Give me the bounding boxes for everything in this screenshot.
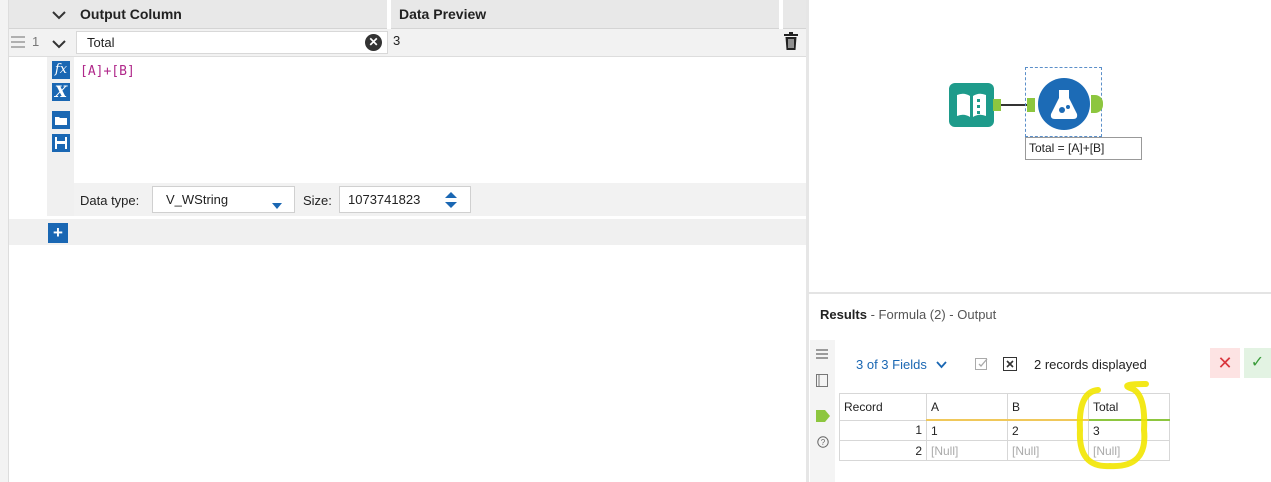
help-icon[interactable]: ? xyxy=(817,436,829,451)
collapse-all-chevron-icon[interactable] xyxy=(52,8,66,23)
records-displayed: 2 records displayed xyxy=(1034,357,1147,372)
data-preview-header: Data Preview xyxy=(399,6,487,22)
apply-button[interactable]: ✓ xyxy=(1244,348,1271,378)
connection-line xyxy=(1001,104,1028,106)
metadata-icon[interactable] xyxy=(816,374,828,390)
output-column-input[interactable]: Total xyxy=(76,31,388,54)
add-formula-button[interactable]: + xyxy=(48,223,68,243)
col-header-record[interactable]: Record xyxy=(839,393,927,421)
list-view-icon[interactable] xyxy=(816,348,828,363)
size-label: Size: xyxy=(303,193,332,208)
add-row-bar xyxy=(9,219,808,245)
data-type-value: V_WString xyxy=(166,192,229,207)
flask-icon xyxy=(1050,90,1078,119)
left-edge-strip xyxy=(0,0,9,482)
cell-record[interactable]: 1 xyxy=(839,419,927,441)
tool-annotation: Total = [A]+[B] xyxy=(1025,137,1142,160)
expression-editor[interactable]: [A]+[B] xyxy=(80,64,135,79)
formula-tool[interactable] xyxy=(1038,78,1090,130)
output-anchor-selected-icon[interactable] xyxy=(816,410,830,425)
data-type-label: Data type: xyxy=(80,193,140,208)
output-anchor[interactable] xyxy=(993,99,1001,111)
fields-selector[interactable]: 3 of 3 Fields xyxy=(856,357,948,372)
cell-record[interactable]: 2 xyxy=(839,440,927,461)
clear-icon[interactable]: ✕ xyxy=(365,34,382,51)
column-divider xyxy=(387,0,391,29)
edit-cell-icon[interactable] xyxy=(975,357,989,374)
open-folder-icon[interactable] xyxy=(52,111,70,129)
results-title: Results - Formula (2) - Output xyxy=(820,307,997,322)
dropdown-arrow-icon xyxy=(272,197,282,212)
delete-trash-icon[interactable] xyxy=(783,32,799,54)
data-type-dropdown[interactable]: V_WString xyxy=(152,186,295,213)
close-button[interactable]: ✕ xyxy=(1210,348,1240,378)
results-divider[interactable] xyxy=(808,292,1271,294)
column-divider xyxy=(779,0,783,29)
svg-text:?: ? xyxy=(821,438,826,447)
row-collapse-chevron-icon[interactable] xyxy=(52,37,66,52)
data-preview-value: 3 xyxy=(393,33,401,48)
output-column-header: Output Column xyxy=(80,6,182,22)
row-number: 1 xyxy=(32,34,40,49)
size-stepper[interactable]: 1073741823 xyxy=(339,186,471,213)
book-icon xyxy=(957,93,986,117)
stepper-arrows-icon[interactable] xyxy=(444,190,458,213)
save-icon[interactable] xyxy=(52,134,70,152)
drag-handle-icon[interactable] xyxy=(11,36,25,48)
cell-a[interactable]: 1 xyxy=(926,419,1008,441)
cell-a[interactable]: [Null] xyxy=(926,440,1008,461)
variables-x-icon[interactable]: X xyxy=(52,83,70,101)
cancel-edit-icon[interactable] xyxy=(1003,357,1017,374)
col-header-a[interactable]: A xyxy=(926,393,1008,421)
panel-divider[interactable] xyxy=(806,0,809,482)
function-fx-icon[interactable]: fx xyxy=(52,61,70,79)
chevron-down-icon xyxy=(936,357,948,372)
size-value: 1073741823 xyxy=(348,192,421,207)
highlight-annotation xyxy=(1076,381,1149,470)
input-data-tool[interactable] xyxy=(949,83,994,127)
